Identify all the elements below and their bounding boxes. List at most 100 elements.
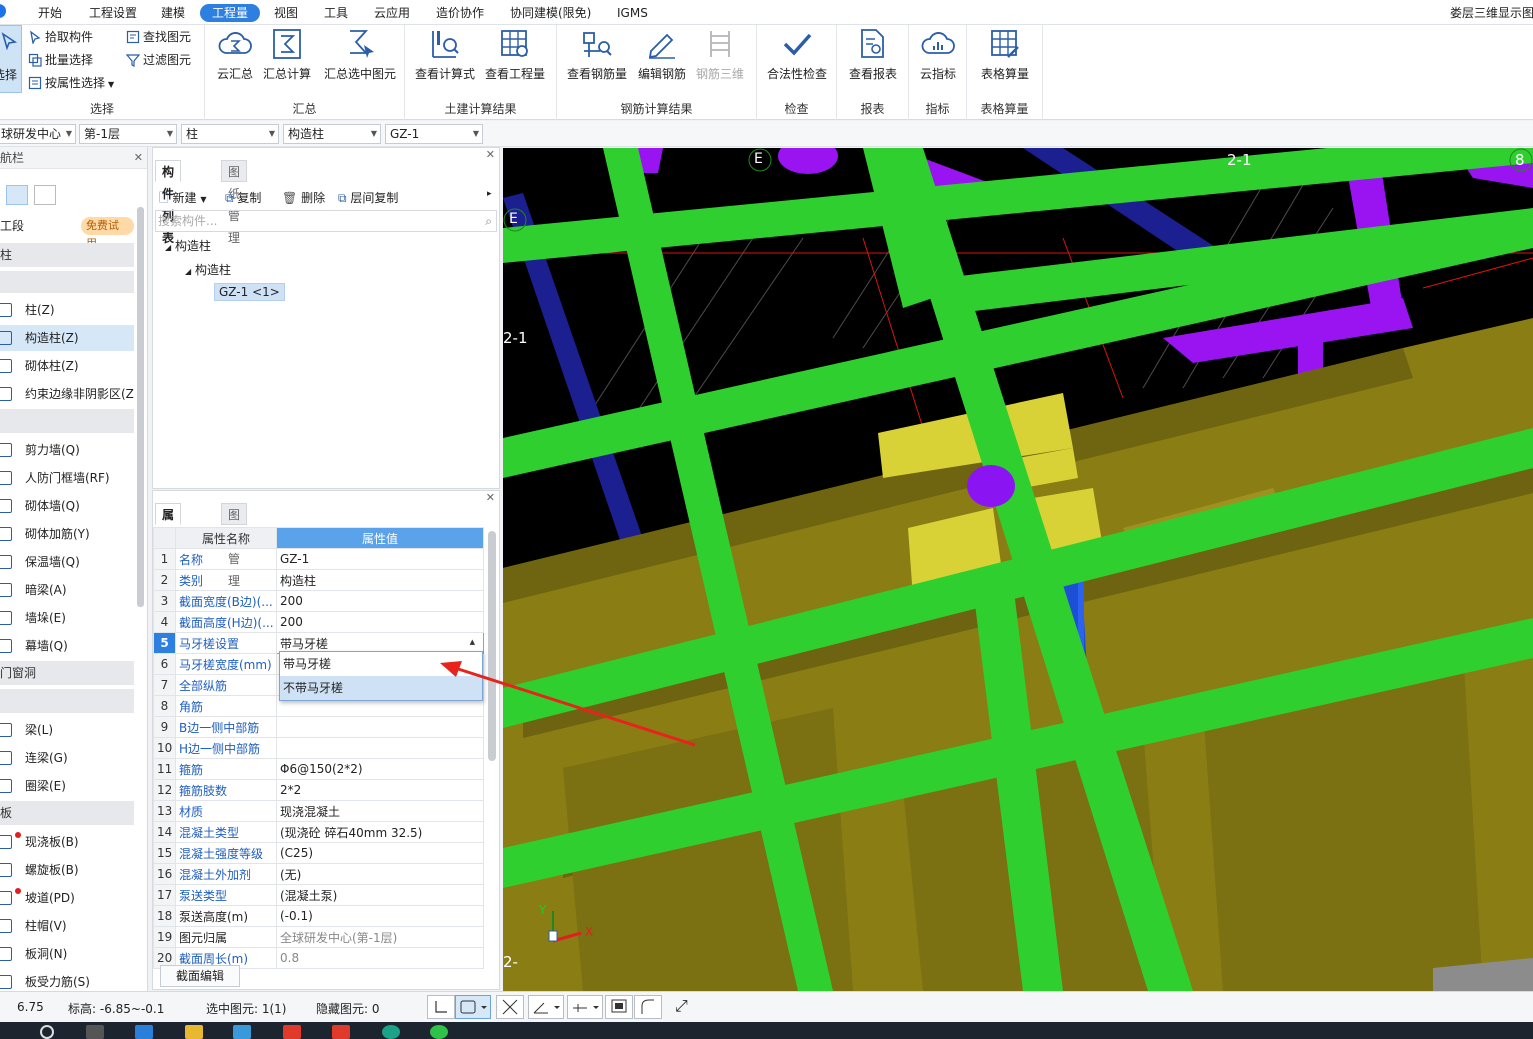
property-value[interactable]: 2*2 (276, 779, 484, 801)
nav-category-3[interactable] (0, 689, 134, 713)
menu-cost-collab[interactable]: 造价协作 (430, 4, 490, 22)
property-row[interactable]: 1 名称 GZ-1 (153, 548, 484, 570)
tree-leaf-gz1[interactable]: GZ-1 <1> (214, 283, 285, 301)
app-logo-icon[interactable] (0, 4, 6, 18)
view-rebar-button[interactable]: 查看钢筋量 (562, 27, 632, 82)
close-icon[interactable]: ✕ (134, 147, 143, 169)
section-row[interactable]: 工段 免费试用 (0, 215, 134, 250)
curve-toggle-icon[interactable] (634, 995, 662, 1019)
section-edit-button[interactable]: 截面编辑 (160, 965, 240, 987)
category-select[interactable]: 柱 ▼ (181, 124, 279, 144)
rebar-3d-button[interactable]: 钢筋三维 (685, 27, 755, 82)
menu-start[interactable]: 开始 (32, 4, 68, 22)
angle-toggle-icon[interactable] (528, 995, 564, 1019)
search-icon[interactable]: ⌕ (485, 211, 492, 231)
legality-check-button[interactable]: 合法性检查 (762, 27, 832, 82)
nav-category-blank[interactable] (0, 271, 134, 293)
nav-scrollbar[interactable] (137, 207, 144, 607)
3d-viewport[interactable]: E E 2-1 2-1 8 2- Y X (503, 148, 1533, 991)
search-icon[interactable] (40, 1025, 54, 1039)
table-quantity-button[interactable]: 表格算量 (970, 27, 1040, 82)
property-row[interactable]: 17 泵送类型 (混凝土泵) (153, 884, 484, 906)
menu-tools[interactable]: 工具 (318, 4, 354, 22)
pick-component-button[interactable]: 拾取构件 (28, 27, 93, 47)
property-row[interactable]: 19 图元归属 全球研发中心(第-1层) (153, 926, 484, 948)
nav-item[interactable]: 砌体墙(Q) (0, 493, 134, 519)
property-value[interactable]: (C25) (276, 842, 484, 864)
fullscreen-icon[interactable]: ⤢ (675, 996, 688, 1016)
list-view-icon[interactable] (6, 185, 28, 205)
property-value[interactable]: Φ6@150(2*2) (276, 758, 484, 780)
new-button[interactable]: 🗋 新建 ▼ (159, 189, 206, 210)
folder-icon[interactable] (185, 1025, 203, 1039)
app-icon-2[interactable] (233, 1025, 251, 1039)
nav-category-column[interactable]: 柱 (0, 243, 134, 267)
property-row[interactable]: 14 混凝土类型 (现浇砼 碎石40mm 32.5) (153, 821, 484, 843)
tree-root[interactable]: ◢ 构造柱 (165, 237, 211, 254)
property-row[interactable]: 3 截面宽度(B边)(... 200 (153, 590, 484, 612)
select-by-property-button[interactable]: 按属性选择 ▼ (28, 73, 114, 93)
nav-item[interactable]: 砌体柱(Z) (0, 353, 134, 379)
trial-badge[interactable]: 免费试用 (81, 217, 134, 250)
batch-select-button[interactable]: 批量选择 (28, 50, 93, 70)
nav-item[interactable]: 螺旋板(B) (0, 857, 134, 883)
tree-view-icon[interactable] (34, 185, 56, 205)
property-value[interactable]: GZ-1 (276, 548, 484, 570)
summary-calc-button[interactable]: 汇总计算 (252, 27, 322, 82)
nav-item[interactable]: 连梁(G) (0, 745, 134, 771)
nav-item[interactable]: 圈梁(E) (0, 773, 134, 799)
tab-property-list[interactable]: 属性列表 (155, 503, 182, 588)
property-row[interactable]: 11 箍筋 Φ6@150(2*2) (153, 758, 484, 780)
select-box-toggle-icon[interactable] (455, 995, 491, 1019)
property-row[interactable]: 15 混凝土强度等级 (C25) (153, 842, 484, 864)
property-value[interactable]: 现浇混凝土 (276, 800, 484, 822)
view-formula-button[interactable]: 查看计算式 (410, 27, 480, 82)
nav-item[interactable]: 幕墙(Q) (0, 633, 134, 659)
project-select[interactable]: 球研发中心 ▼ (0, 124, 76, 144)
property-row[interactable]: 2 类别 构造柱 (153, 569, 484, 591)
nav-item[interactable]: 剪力墙(Q) (0, 437, 134, 463)
property-value[interactable]: 200 (276, 611, 484, 633)
menu-quantity[interactable]: 工程量 (200, 4, 261, 22)
property-value[interactable]: 构造柱 (276, 569, 484, 591)
property-value[interactable]: (混凝土泵) (276, 884, 484, 906)
nav-item[interactable]: 构造柱(Z) (0, 325, 134, 351)
menu-cloud[interactable]: 云应用 (368, 4, 416, 22)
property-row[interactable]: 16 混凝土外加剂 (无) (153, 863, 484, 885)
floor-copy-button[interactable]: ⧉ 层间复制 (338, 189, 398, 206)
tree-child[interactable]: ◢ 构造柱 (185, 261, 231, 278)
view-quantity-button[interactable]: 查看工程量 (480, 27, 550, 82)
close-icon[interactable]: ✕ (486, 491, 495, 504)
cloud-index-button[interactable]: 云指标 (903, 27, 973, 82)
delete-button[interactable]: 🗑 删除 (282, 189, 325, 206)
nav-item[interactable]: 现浇板(B) (0, 829, 134, 855)
property-row[interactable]: 12 箍筋肢数 2*2 (153, 779, 484, 801)
subcategory-select[interactable]: 构造柱 ▼ (283, 124, 381, 144)
property-value[interactable]: (现浇砼 碎石40mm 32.5) (276, 821, 484, 843)
ortho-toggle-icon[interactable] (427, 995, 455, 1019)
select-button[interactable]: 选择 (0, 25, 22, 93)
filter-element-button[interactable]: 过滤图元 (125, 50, 191, 70)
offset-toggle-icon[interactable] (567, 995, 603, 1019)
screen-toggle-icon[interactable] (605, 995, 633, 1019)
tab-drawing-manage[interactable]: 图纸管理 (221, 160, 248, 245)
copy-button[interactable]: ⧉ 复制 (225, 189, 261, 206)
nav-item[interactable]: 柱帽(V) (0, 913, 134, 939)
menu-view[interactable]: 视图 (268, 4, 304, 22)
component-select[interactable]: GZ-1 ▼ (385, 124, 483, 144)
more-icon[interactable]: ▸ (487, 189, 492, 199)
wechat-icon[interactable] (430, 1025, 448, 1039)
nav-category-1[interactable] (0, 409, 134, 433)
close-icon[interactable]: ✕ (486, 148, 495, 161)
browser-icon[interactable] (382, 1025, 400, 1039)
nav-item[interactable]: 暗梁(A) (0, 577, 134, 603)
property-value[interactable]: 全球研发中心(第-1层) (276, 926, 484, 948)
property-value[interactable]: 0.8 (276, 947, 484, 969)
menu-collab-model[interactable]: 协同建模(限免) (504, 4, 597, 22)
nav-item[interactable]: 梁(L) (0, 717, 134, 743)
nav-item[interactable]: 墙垛(E) (0, 605, 134, 631)
app-icon-4[interactable] (332, 1025, 350, 1039)
view-report-button[interactable]: 查看报表 (838, 27, 908, 82)
dropdown-toggle-icon[interactable]: ▲ (470, 638, 475, 646)
menu-igms[interactable]: IGMS (611, 4, 654, 22)
